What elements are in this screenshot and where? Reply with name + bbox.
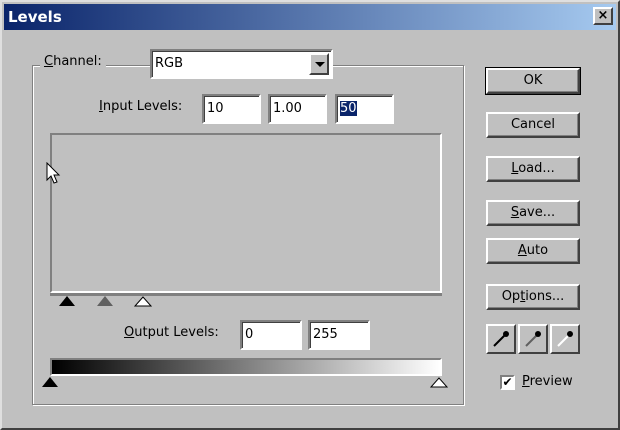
output-black-slider[interactable] [42, 377, 58, 387]
input-black-field[interactable]: 10 [202, 94, 261, 124]
channel-select[interactable]: RGB [150, 49, 333, 79]
output-white-slider[interactable] [430, 377, 448, 388]
preview-label[interactable]: Preview [522, 374, 573, 389]
input-white-slider[interactable] [134, 296, 152, 307]
input-white-field[interactable]: 50 [335, 94, 394, 124]
input-gamma-slider[interactable] [97, 296, 113, 306]
mouse-cursor-icon [46, 162, 61, 184]
chevron-down-icon[interactable] [309, 53, 329, 75]
auto-button[interactable]: Auto [486, 238, 580, 264]
eyedropper-white-icon[interactable] [550, 324, 580, 354]
output-levels-label: Output Levels: [124, 325, 219, 340]
ok-button[interactable]: OK [485, 67, 581, 95]
histogram [50, 133, 442, 293]
input-levels-label: Input Levels: [99, 99, 183, 114]
close-button[interactable]: × [593, 7, 613, 25]
cancel-button[interactable]: Cancel [486, 112, 580, 138]
load-button[interactable]: Load... [486, 156, 580, 182]
levels-dialog: Levels × Channel: RGB Input Levels: 10 1… [0, 0, 620, 430]
eyedropper-gray-icon[interactable] [518, 324, 548, 354]
channel-label: Channel: [40, 54, 106, 69]
options-button[interactable]: Options... [486, 284, 580, 310]
input-white-value: 50 [340, 101, 357, 116]
input-gamma-field[interactable]: 1.00 [268, 94, 327, 124]
title-bar[interactable]: Levels × [4, 4, 616, 30]
output-gradient-bar [50, 358, 442, 376]
preview-checkbox[interactable]: ✔ [500, 375, 515, 390]
window-title: Levels [8, 8, 62, 26]
output-white-field[interactable]: 255 [308, 320, 370, 350]
output-black-field[interactable]: 0 [240, 320, 302, 350]
input-black-slider[interactable] [59, 296, 75, 306]
channel-value: RGB [155, 56, 184, 71]
save-button[interactable]: Save... [486, 200, 580, 226]
eyedropper-black-icon[interactable] [486, 324, 516, 354]
